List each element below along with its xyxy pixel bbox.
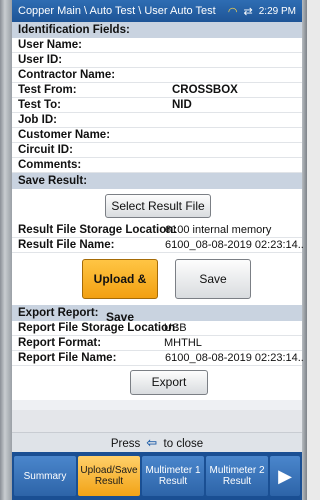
upload-save-button[interactable]: Upload & Save bbox=[82, 259, 158, 324]
field-label: Comments: bbox=[18, 159, 82, 171]
export-report-header: Export Report: bbox=[12, 305, 302, 321]
report-file-name-label: Report File Name: bbox=[18, 352, 117, 364]
device-frame-left bbox=[0, 0, 12, 500]
clock: 2:29 PM bbox=[258, 5, 296, 17]
field-row-job-id[interactable]: Job ID: bbox=[12, 113, 302, 128]
field-label: Test To: bbox=[18, 99, 62, 111]
result-file-name-label: Result File Name: bbox=[18, 239, 115, 251]
result-file-name-row[interactable]: Result File Name: 6100_08-08-2019 02:23:… bbox=[12, 238, 304, 253]
status-bar: Copper Main \ Auto Test \ User Auto Test… bbox=[12, 0, 302, 22]
field-label: User ID: bbox=[18, 54, 63, 66]
result-storage-row[interactable]: Result File Storage Location: 6100 inter… bbox=[12, 223, 302, 238]
breadcrumb: Copper Main \ Auto Test \ User Auto Test bbox=[18, 5, 216, 17]
field-row-user-name[interactable]: User Name: bbox=[12, 38, 302, 53]
report-format-row[interactable]: Report Format: MHTHL bbox=[12, 336, 302, 351]
save-button[interactable]: Save bbox=[175, 259, 251, 299]
export-area: Export bbox=[12, 366, 302, 400]
report-file-name-row[interactable]: Report File Name: 6100_08-08-2019 02:23:… bbox=[12, 351, 304, 366]
screen: Copper Main \ Auto Test \ User Auto Test… bbox=[12, 0, 304, 500]
result-storage-value: 6100 internal memory bbox=[165, 224, 272, 236]
field-value: CROSSBOX bbox=[172, 84, 238, 96]
press-suffix: to close bbox=[163, 438, 204, 450]
select-file-area: Select Result File bbox=[12, 189, 302, 223]
sync-icon: ⇄ bbox=[243, 5, 253, 18]
identification-header: Identification Fields: bbox=[12, 22, 302, 38]
field-row-customer-name[interactable]: Customer Name: bbox=[12, 128, 302, 143]
field-label: User Name: bbox=[18, 39, 82, 51]
save-result-header: Save Result: bbox=[12, 173, 302, 189]
field-label: Test From: bbox=[18, 84, 77, 96]
press-to-close-bar: Press ⇦ to close bbox=[12, 432, 302, 452]
back-arrow-icon: ⇦ bbox=[146, 435, 158, 450]
report-storage-row[interactable]: Report File Storage Location: USB bbox=[12, 321, 302, 336]
tab-upload-save-result[interactable]: Upload/Save Result bbox=[78, 456, 140, 496]
bottom-tab-bar: Summary Upload/Save Result Multimeter 1 … bbox=[12, 452, 302, 500]
tab-multimeter-1-result[interactable]: Multimeter 1 Result bbox=[142, 456, 204, 496]
next-arrow-icon[interactable]: ▶ bbox=[270, 456, 300, 496]
empty-area bbox=[12, 410, 302, 432]
field-row-circuit-id[interactable]: Circuit ID: bbox=[12, 143, 302, 158]
field-label: Circuit ID: bbox=[18, 144, 73, 156]
field-row-test-to[interactable]: Test To: NID bbox=[12, 98, 302, 113]
wifi-icon: ◠ bbox=[227, 5, 238, 18]
export-button[interactable]: Export bbox=[130, 370, 208, 395]
field-label: Job ID: bbox=[18, 114, 57, 126]
report-format-label: Report Format: bbox=[18, 337, 102, 349]
field-label: Customer Name: bbox=[18, 129, 111, 141]
field-value: NID bbox=[172, 99, 192, 111]
result-file-name-value: 6100_08-08-2019 02:23:14.. bbox=[165, 239, 304, 251]
press-prefix: Press bbox=[110, 438, 141, 450]
field-row-test-from[interactable]: Test From: CROSSBOX bbox=[12, 83, 302, 98]
report-format-value: MHTHL bbox=[164, 337, 202, 349]
field-row-comments[interactable]: Comments: bbox=[12, 158, 302, 173]
report-storage-label: Report File Storage Location: bbox=[18, 322, 180, 334]
field-row-user-id[interactable]: User ID: bbox=[12, 53, 302, 68]
result-storage-label: Result File Storage Location: bbox=[18, 224, 178, 236]
field-row-contractor-name[interactable]: Contractor Name: bbox=[12, 68, 302, 83]
field-label: Contractor Name: bbox=[18, 69, 116, 81]
save-buttons-area: Upload & Save Save bbox=[12, 253, 302, 324]
select-result-file-button[interactable]: Select Result File bbox=[105, 194, 211, 218]
report-file-name-value: 6100_08-08-2019 02:23:14.. bbox=[165, 352, 304, 364]
tab-summary[interactable]: Summary bbox=[14, 456, 76, 496]
tab-multimeter-2-result[interactable]: Multimeter 2 Result bbox=[206, 456, 268, 496]
report-storage-value: USB bbox=[164, 322, 187, 334]
